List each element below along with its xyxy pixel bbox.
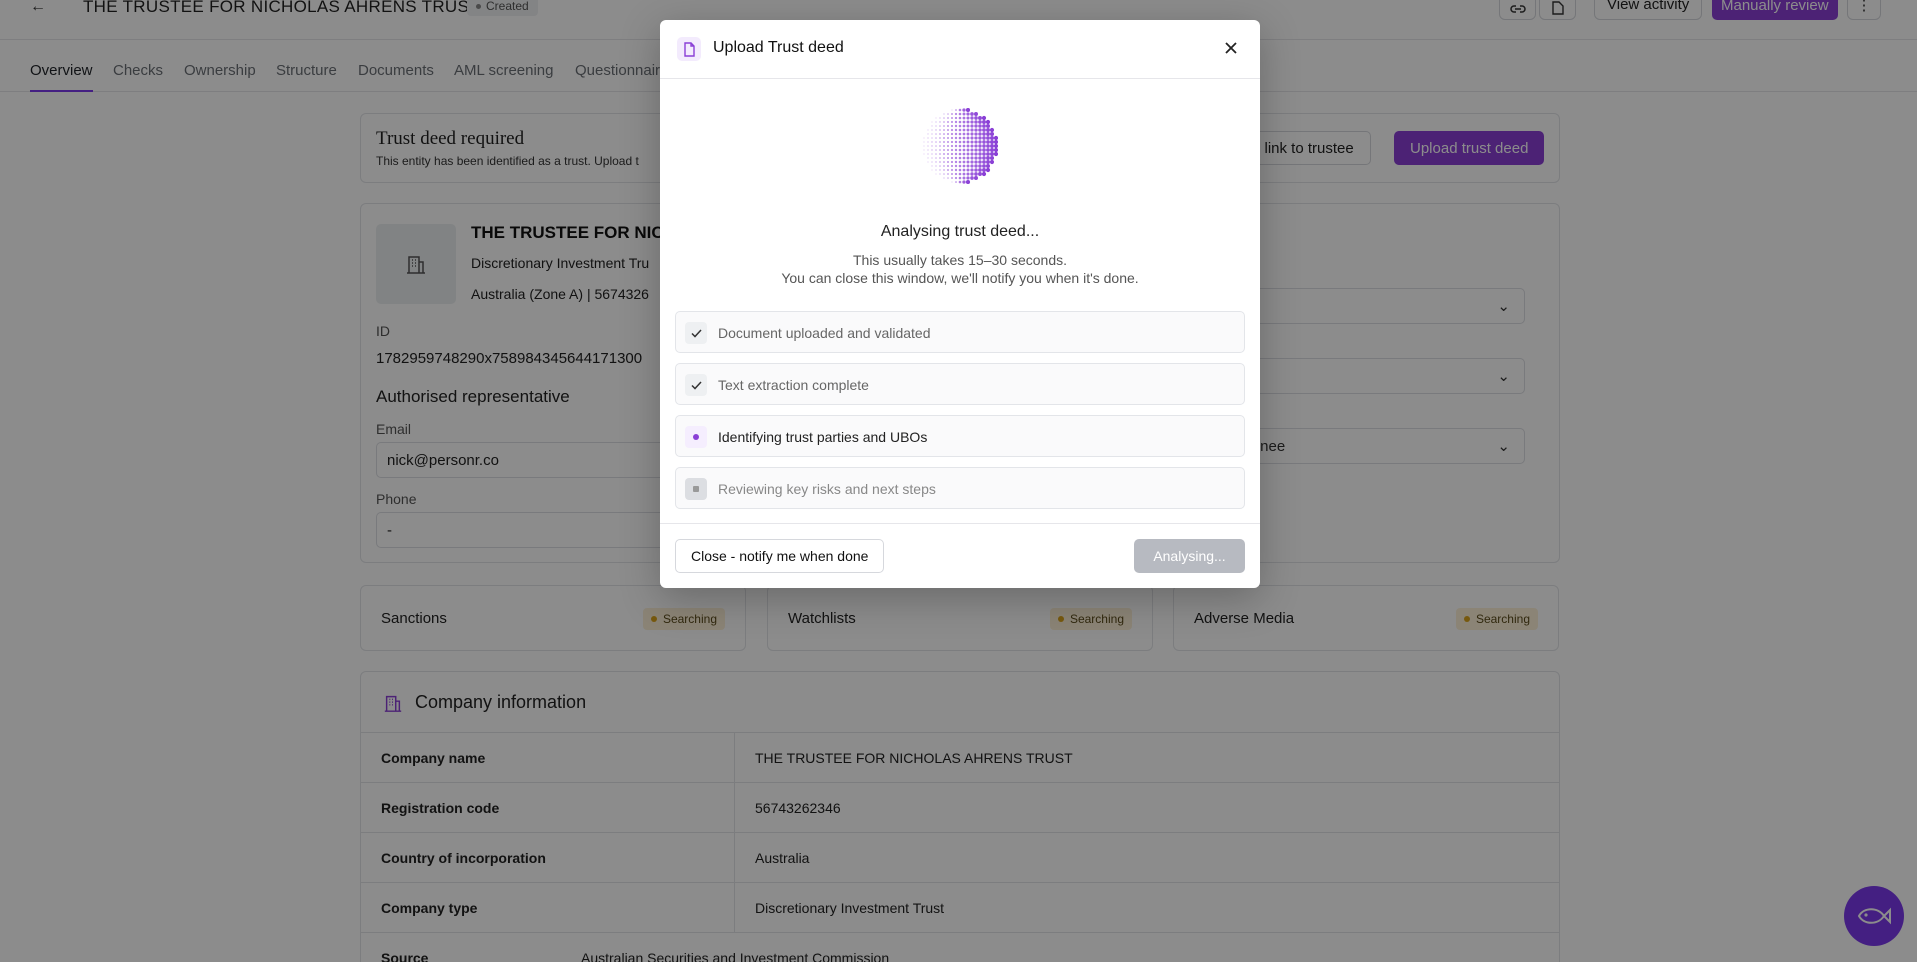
step-identifying-parties: Identifying trust parties and UBOs	[675, 415, 1245, 457]
step-label: Identifying trust parties and UBOs	[718, 429, 928, 445]
modal-footer-divider	[660, 523, 1260, 524]
analysing-subtitle-line-2: You can close this window, we'll notify …	[781, 270, 1139, 286]
analysing-subtitle-line-1: This usually takes 15–30 seconds.	[852, 252, 1067, 268]
pending-dot-icon	[685, 478, 707, 500]
step-text-extraction: Text extraction complete	[675, 363, 1245, 405]
step-label: Document uploaded and validated	[718, 325, 931, 341]
upload-trust-deed-modal: Upload Trust deed Analysing trust deed..…	[660, 20, 1260, 588]
modal-title: Upload Trust deed	[713, 39, 844, 56]
modal-header: Upload Trust deed	[660, 20, 1260, 79]
analysing-subtitle: This usually takes 15–30 seconds. You ca…	[660, 251, 1260, 287]
check-icon	[685, 322, 707, 344]
analysing-status: Analysing trust deed...	[880, 223, 1040, 240]
analysing-button: Analysing...	[1134, 539, 1245, 573]
close-notify-button[interactable]: Close - notify me when done	[675, 539, 885, 573]
close-icon[interactable]	[1220, 37, 1242, 59]
step-label: Text extraction complete	[718, 377, 869, 393]
file-upload-icon	[677, 37, 701, 61]
check-icon	[685, 374, 707, 396]
loading-spinner-icon	[923, 108, 998, 184]
step-reviewing-risks: Reviewing key risks and next steps	[675, 467, 1245, 509]
step-label: Reviewing key risks and next steps	[718, 481, 936, 497]
in-progress-dot-icon	[685, 426, 707, 448]
step-document-uploaded: Document uploaded and validated	[675, 311, 1245, 353]
